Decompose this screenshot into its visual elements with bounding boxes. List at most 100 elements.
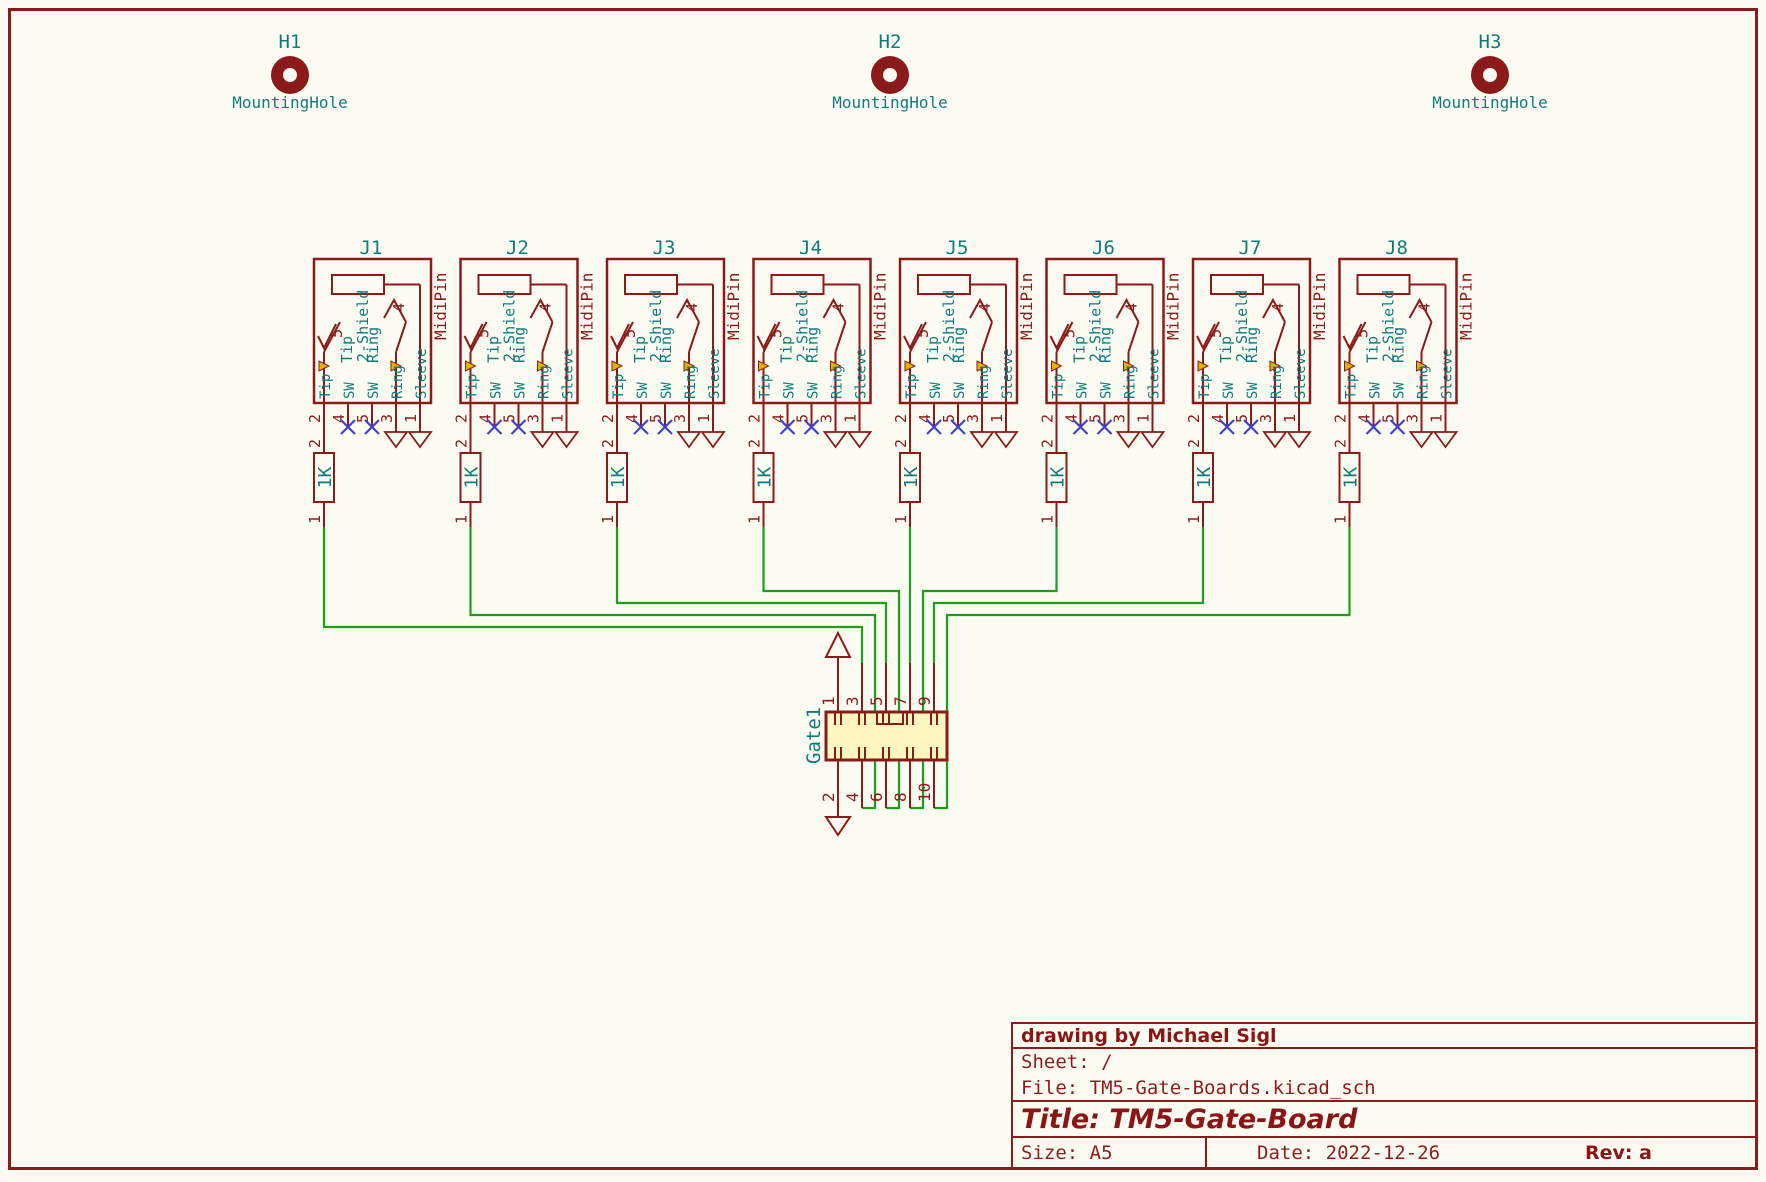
svg-text:4: 4 [916,414,934,423]
svg-text:5: 5 [867,696,886,706]
svg-text:Sleeve: Sleeve [561,348,577,399]
svg-text:9: 9 [915,696,934,706]
svg-text:4: 4 [477,414,495,423]
svg-text:1K: 1K [462,467,483,489]
titleblock-sheet: Sheet: / [1013,1049,1755,1075]
svg-text:3: 3 [671,414,689,423]
svg-text:1: 1 [695,414,713,423]
svg-text:1: 1 [1428,414,1446,423]
svg-text:SW: SW [806,382,822,399]
svg-text:1: 1 [1332,515,1350,524]
svg-text:SW: SW [635,382,651,399]
svg-text:1: 1 [1185,515,1203,524]
svg-text:3: 3 [1111,414,1129,423]
titleblock-size: Size: A5 [1013,1142,1205,1164]
svg-text:2: 2 [599,439,617,448]
svg-text:2: 2 [1039,439,1057,448]
svg-text:Sleeve: Sleeve [707,348,723,399]
svg-text:1K: 1K [608,467,629,489]
titleblock-rev: Rev: a [1585,1142,1755,1164]
svg-text:2: 2 [453,414,471,423]
svg-text:4: 4 [843,792,862,802]
schematic-canvas[interactable]: H1MountingHoleH2MountingHoleH3MountingHo… [0,0,1766,1182]
svg-text:1K: 1K [755,467,776,489]
svg-text:MidiPin: MidiPin [431,273,450,340]
svg-text:Ring: Ring [657,327,675,363]
svg-text:1: 1 [988,414,1006,423]
svg-text:Sleeve: Sleeve [1147,348,1163,399]
svg-text:Gate1: Gate1 [803,707,825,764]
svg-text:H2: H2 [879,31,902,53]
svg-text:Tip: Tip [318,374,334,399]
titleblock-author: drawing by Michael Sigl [1013,1024,1755,1049]
svg-text:2: 2 [746,414,764,423]
svg-text:Ring: Ring [1123,365,1139,399]
svg-text:Sleeve: Sleeve [1440,348,1456,399]
svg-text:3: 3 [964,414,982,423]
svg-text:4: 4 [1416,303,1434,312]
svg-text:5: 5 [647,414,665,423]
svg-text:1: 1 [306,515,324,524]
svg-text:MountingHole: MountingHole [1432,93,1548,112]
svg-text:1K: 1K [1048,467,1069,489]
svg-text:SW: SW [366,382,382,399]
svg-text:1K: 1K [901,467,922,489]
svg-text:1K: 1K [315,467,336,489]
svg-text:J3: J3 [653,237,676,259]
svg-text:5: 5 [794,414,812,423]
svg-text:MidiPin: MidiPin [1457,273,1476,340]
svg-text:Ring: Ring [830,365,846,399]
svg-text:5: 5 [1233,414,1251,423]
svg-text:Ring: Ring [537,365,553,399]
titleblock-title: Title: TM5-Gate-Board [1013,1102,1755,1138]
svg-text:4: 4 [537,303,555,312]
titleblock-date: Date: 2022-12-26 [1205,1138,1585,1167]
titleblock-bottom-row: Size: A5 Date: 2022-12-26 Rev: a [1013,1138,1755,1167]
svg-text:SW: SW [1099,382,1115,399]
svg-text:Ring: Ring [1390,327,1408,363]
svg-text:J1: J1 [360,237,383,259]
svg-text:SW: SW [513,382,529,399]
svg-text:J5: J5 [946,237,969,259]
svg-text:Ring: Ring [1269,365,1285,399]
svg-text:2: 2 [892,414,910,423]
svg-text:Tip: Tip [758,374,774,399]
svg-text:4: 4 [1209,414,1227,423]
svg-text:Ring: Ring [950,327,968,363]
svg-text:MidiPin: MidiPin [1017,273,1036,340]
svg-text:4: 4 [1356,414,1374,423]
svg-text:4: 4 [830,303,848,312]
svg-text:2: 2 [892,439,910,448]
svg-text:4: 4 [683,303,701,312]
svg-text:Sleeve: Sleeve [854,348,870,399]
svg-text:5: 5 [940,414,958,423]
svg-text:2: 2 [746,439,764,448]
svg-text:Ring: Ring [1416,365,1432,399]
svg-text:J6: J6 [1092,237,1115,259]
svg-text:J8: J8 [1385,237,1408,259]
svg-text:Ring: Ring [511,327,529,363]
svg-text:Ring: Ring [364,327,382,363]
svg-text:2: 2 [1185,439,1203,448]
svg-text:1: 1 [892,515,910,524]
svg-text:3: 3 [378,414,396,423]
svg-text:2: 2 [453,439,471,448]
svg-text:Ring: Ring [1243,327,1261,363]
svg-text:Tip: Tip [1344,374,1360,399]
svg-text:SW: SW [1075,382,1091,399]
sheet-background [0,0,1766,1178]
svg-text:Tip: Tip [611,374,627,399]
svg-text:SW: SW [489,382,505,399]
gate-connector-body[interactable] [826,712,947,760]
svg-text:3: 3 [843,696,862,706]
svg-text:4: 4 [1123,303,1141,312]
svg-text:MountingHole: MountingHole [232,93,348,112]
svg-text:2: 2 [306,439,324,448]
svg-text:6: 6 [867,792,886,802]
svg-text:Ring: Ring [804,327,822,363]
svg-text:7: 7 [891,696,910,706]
title-block: drawing by Michael Sigl Sheet: / File: T… [1011,1022,1755,1167]
svg-text:Tip: Tip [1051,374,1067,399]
mounting-hole-drill [883,68,897,82]
svg-text:MidiPin: MidiPin [578,273,597,340]
